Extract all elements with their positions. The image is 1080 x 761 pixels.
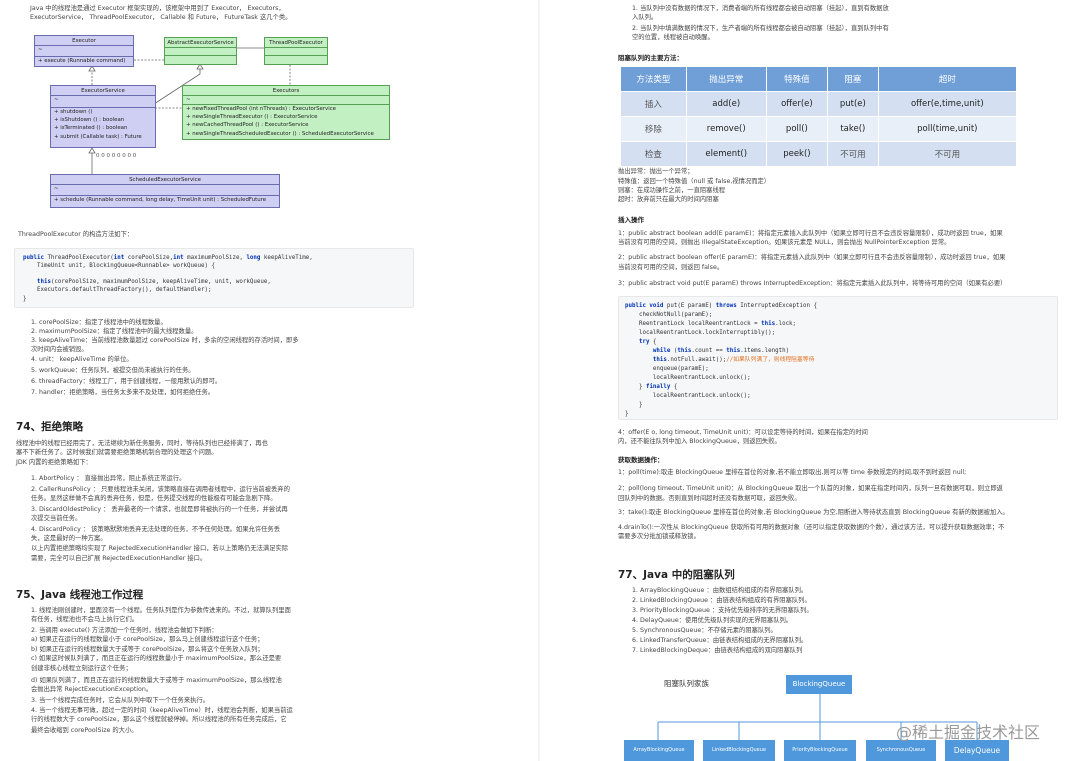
list-item: 行的线程数大于 corePoolSize，那么这个线程就被停掉。所以线程池的所有… — [31, 716, 287, 723]
list-item: 4. 当一个线程无事可做，超过一定的时间（keepAliveTime）时，线程池… — [31, 707, 293, 714]
list-item: 3. DiscardOldestPolicy ： 丢弃最老的一个请求，也就是即将… — [31, 506, 288, 513]
tree-child-node: LinkedBlockingQueue — [703, 740, 775, 761]
list-item: a) 如果正在运行的线程数量小于 corePoolSize，那么马上创建线程运行… — [31, 636, 264, 643]
uml-aes-name: AbstractExecutorService — [165, 38, 236, 48]
list-item: 会抛出异常 RejectExecutionException。 — [31, 686, 153, 693]
tree-label: 阻塞队列家族 — [664, 679, 709, 688]
tree-connectors — [657, 694, 978, 740]
code-line: Executors.defaultThreadFactory(), defaul… — [23, 287, 212, 293]
uml-ses-method: + schedule (Runnable command, long delay… — [54, 197, 267, 203]
uml-es-name: ExecutorService — [51, 86, 155, 96]
list-item: 1. corePoolSize：指定了线程池中的线程数量。 — [31, 319, 167, 326]
list-item: 次提交当前任务。 — [31, 515, 82, 522]
uml-ses-name: ScheduledExecutorService — [51, 175, 279, 185]
list-item: 失，这是最好的一种方案。 — [31, 535, 107, 542]
uml-executors-name: Executors — [183, 86, 389, 96]
list-item: 1. AbortPolicy ： 直接抛出异常，阻止系统正常运行。 — [31, 475, 186, 482]
uml-executors: Executors ~ + newFixedThreadPool (int nT… — [182, 85, 390, 140]
list-item: 6. threadFactory：线程工厂，用于创建线程，一般用默认的即可。 — [31, 378, 222, 385]
uml-dots: 0 0 0 0 0 0 0 0 — [96, 153, 137, 159]
list-item: 2. 当调用 execute() 方法添加一个任务时，线程池会做如下判断： — [31, 627, 218, 634]
code-line: TimeUnit unit, BlockingQueue<Runnable> w… — [23, 263, 215, 269]
paragraph: 塞不下新任务了。这时候我们就需要拒绝策略机制合理的处理这个问题。 — [16, 449, 218, 456]
tree-child-node: DelayQueue — [945, 740, 1009, 761]
list-item: d) 如果队列满了，而且正在运行的线程数量大于或等于 maximumPoolSi… — [31, 677, 282, 684]
list-item: 以上内置拒绝策略均实现了 RejectedExecutionHandler 接口… — [31, 545, 289, 552]
code-line: this(corePoolSize, maximumPoolSize, keep… — [36, 279, 271, 285]
uml-executors-method: + newSingleThreadScheduledExecutor () : … — [186, 130, 374, 137]
list-item: 4. DiscardPolicy ： 该策略默默地丢弃无法处理的任务，不予任何处… — [31, 526, 281, 533]
list-item: 3. 当一个线程完成任务时，它会从队列中取下一个任务来执行。 — [31, 697, 210, 704]
uml-executor-method: + execute (Runnable command) — [38, 58, 126, 64]
paragraph: 线程池中的线程已经用完了，无法继续为新任务服务，同时，等待队列也已经排满了，再也 — [16, 440, 268, 447]
list-item: 次时间内会被销毁。 — [31, 346, 88, 353]
uml-executor-service: ExecutorService ~ + shutdown () + isShut… — [50, 85, 156, 148]
uml-abstract-executor-service: AbstractExecutorService — [164, 37, 237, 65]
uml-executor: Executor ~ + execute (Runnable command) — [34, 35, 134, 67]
uml-scheduled-executor-service: ScheduledExecutorService ~ + schedule (R… — [50, 174, 280, 208]
list-item: 最终会收缩到 corePoolSize 的大小。 — [31, 727, 138, 734]
tree-child-node: SynchronousQueue — [866, 740, 936, 761]
list-item: 1. 线程池刚创建时，里面没有一个线程。任务队列是作为参数传进来的。不过，就算队… — [31, 607, 291, 614]
list-item: 有任务，线程池也不会马上执行它们。 — [31, 616, 139, 623]
heading-75: 75、Java 线程池工作过程 — [16, 589, 144, 601]
code-line: public ThreadPoolExecutor(int corePoolSi… — [23, 255, 313, 261]
tree-child-node: ArrayBlockingQueue — [624, 740, 694, 761]
watermark: @稀土掘金技术社区 — [896, 723, 1041, 742]
list-item: 5. workQueue：任务队列，被提交但尚未被执行的任务。 — [31, 367, 195, 374]
list-item: 任务。显然这样做不会真的丢弃任务，但是，任务提交线程的性能极有可能会急剧下降。 — [31, 495, 277, 502]
left-page: Java 中的线程池是通过 Executor 框架实现的，该框架中用到了 Exe… — [0, 0, 538, 761]
list-item: 需要，完全可以自己扩展 RejectedExecutionHandler 接口。 — [31, 555, 207, 562]
heading-74: 74、拒绝策略 — [16, 421, 84, 433]
list-item: 3. keepAliveTime：当前线程池数量超过 corePoolSize … — [31, 337, 299, 344]
ctor-intro: ThreadPoolExecutor 的构造方法如下： — [18, 231, 134, 238]
ctor-code-block: public ThreadPoolExecutor(int corePoolSi… — [14, 248, 414, 308]
list-item: 4. unit： keepAliveTime 的单位。 — [31, 356, 133, 363]
code-line: } — [23, 296, 27, 302]
uml-tpe-name: ThreadPoolExecutor — [265, 38, 327, 48]
tree-root-node: BlockingQueue — [786, 675, 852, 694]
list-item: c) 如果这时候队列满了，而且正在运行的线程数量小于 maximumPoolSi… — [31, 655, 282, 662]
list-item: 2. CallerRunsPolicy ： 只要线程池未关闭，该策略直接在调用者… — [31, 486, 290, 493]
list-item: b) 如果正在运行的线程数量大于或等于 corePoolSize，那么将这个任务… — [31, 646, 264, 653]
paragraph: JDK 内置的拒绝策略如下： — [16, 459, 92, 466]
list-item: 2. maximumPoolSize：指定了线程池中的最大线程数量。 — [31, 328, 198, 335]
uml-thread-pool-executor: ThreadPoolExecutor — [264, 37, 328, 65]
list-item: 7. handler：拒绝策略，当任务太多来不及处理，如何拒绝任务。 — [31, 389, 215, 396]
tree-child-node: PriorityBlockingQueue — [784, 740, 856, 761]
right-page: 1. 当队列中没有数据的情况下，消费者端的所有线程都会被自动阻塞（挂起），直到有… — [540, 0, 1080, 761]
uml-executor-name: Executor — [35, 36, 133, 46]
list-item: 创建非核心线程立刻运行这个任务； — [31, 665, 132, 672]
uml-es-method: + submit (Callable task) : Future — [54, 133, 142, 140]
uml-executor-attr: ~ — [35, 46, 133, 57]
